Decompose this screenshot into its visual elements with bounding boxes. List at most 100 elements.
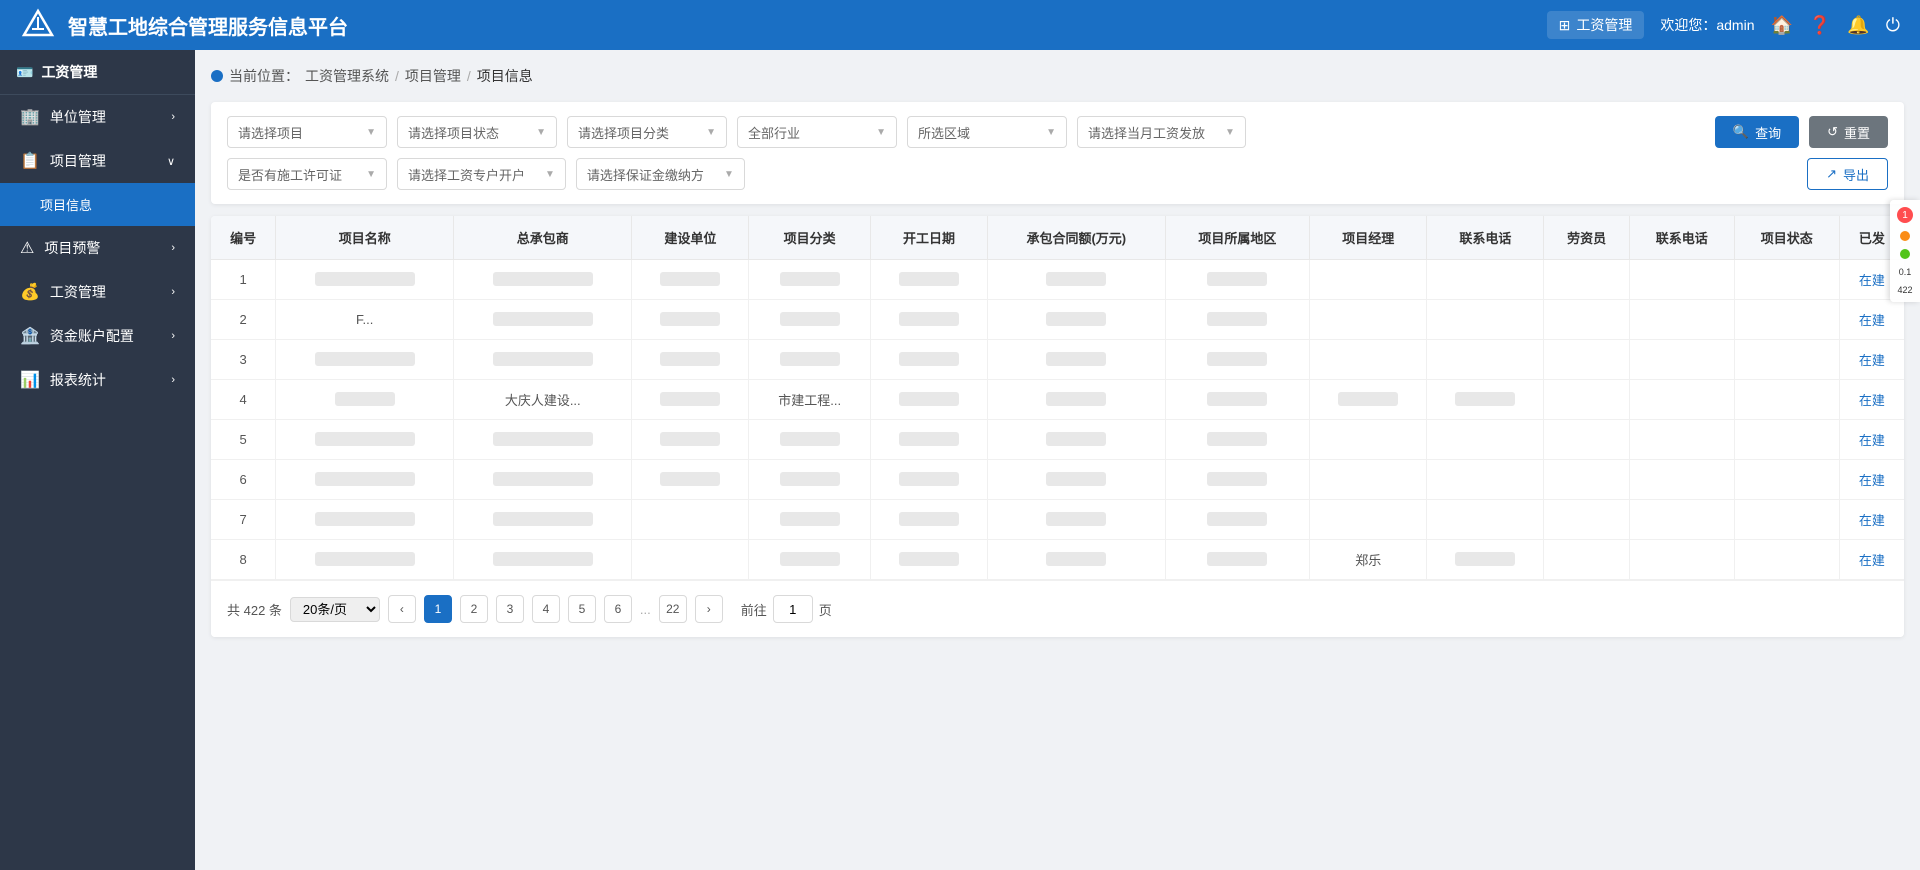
cell-start-date (870, 380, 987, 420)
cell-manager: 郑乐 (1310, 540, 1427, 580)
table-row: 8 郑乐 在建 (211, 540, 1904, 580)
cell-manager (1310, 500, 1427, 540)
chevron-down-wage-date: ▼ (1225, 127, 1235, 138)
goto-input[interactable] (773, 595, 813, 623)
module-switcher[interactable]: ⊞ 工资管理 (1547, 11, 1645, 39)
sidebar-item-report-stats[interactable]: 📊 报表统计 › (0, 358, 195, 402)
logo-icon (20, 7, 56, 43)
reset-button[interactable]: ↺ 重置 (1809, 116, 1888, 148)
cell-contractor (454, 460, 632, 500)
sidebar-item-project-mgmt[interactable]: 📋 项目管理 ∨ (0, 139, 195, 183)
guarantee-payment-select[interactable]: 请选择保证金缴纳方 ▼ (576, 158, 745, 190)
cell-labor-phone (1629, 540, 1734, 580)
cell-labor-officer (1544, 540, 1629, 580)
wage-date-select[interactable]: 请选择当月工资发放 ▼ (1077, 116, 1246, 148)
right-panel-green (1890, 246, 1920, 262)
cell-manager (1310, 460, 1427, 500)
sidebar-label-project-info: 项目信息 (40, 195, 92, 214)
cell-status: 在建 (1839, 500, 1904, 540)
sidebar-item-project-info[interactable]: 项目信息 (0, 183, 195, 226)
chevron-down-category: ▼ (706, 127, 716, 138)
goto-prefix: 前往 (741, 600, 767, 619)
cell-owner (632, 300, 749, 340)
cell-labor-phone (1629, 340, 1734, 380)
bell-icon[interactable]: 🔔 (1847, 15, 1869, 36)
chevron-down-icon: ∨ (167, 155, 175, 168)
sidebar-item-project-warning[interactable]: ⚠ 项目预警 › (0, 226, 195, 270)
col-category: 项目分类 (749, 216, 870, 260)
home-icon[interactable]: 🏠 (1770, 15, 1792, 36)
wage-icon: 💰 (20, 282, 40, 302)
page-btn-2[interactable]: 2 (460, 595, 488, 623)
sidebar-item-unit-mgmt[interactable]: 🏢 单位管理 › (0, 95, 195, 139)
export-button[interactable]: ↗ 导出 (1807, 158, 1888, 190)
cell-labor-officer (1544, 300, 1629, 340)
project-select[interactable]: 请选择项目 ▼ (227, 116, 387, 148)
construction-permit-select[interactable]: 是否有施工许可证 ▼ (227, 158, 387, 190)
power-icon[interactable]: ⏻ (1886, 15, 1900, 36)
cell-name (276, 380, 454, 420)
cell-region (1165, 380, 1310, 420)
cell-start-date (870, 460, 987, 500)
sidebar-item-wage-mgmt[interactable]: 💰 工资管理 › (0, 270, 195, 314)
help-icon[interactable]: ❓ (1809, 15, 1831, 36)
sidebar-label-wage-mgmt: 工资管理 (50, 282, 106, 302)
cell-owner (632, 540, 749, 580)
header: 智慧工地综合管理服务信息平台 ⊞ 工资管理 欢迎您：admin 🏠 ❓ 🔔 ⏻ (0, 0, 1920, 50)
project-category-select[interactable]: 请选择项目分类 ▼ (567, 116, 727, 148)
guarantee-payment-label: 请选择保证金缴纳方 (587, 165, 704, 184)
col-manager-phone: 联系电话 (1427, 216, 1544, 260)
breadcrumb-item-2: 项目信息 (477, 66, 533, 86)
chevron-right-icon5: › (171, 374, 175, 386)
wage-date-label: 请选择当月工资发放 (1088, 123, 1205, 142)
page-next-btn[interactable]: › (695, 595, 723, 623)
cell-issued (1734, 380, 1839, 420)
project-status-select[interactable]: 请选择项目状态 ▼ (397, 116, 557, 148)
region-select[interactable]: 所选区域 ▼ (907, 116, 1067, 148)
page-btn-4[interactable]: 4 (532, 595, 560, 623)
sidebar-title: 工资管理 (41, 62, 97, 82)
page-prev-btn[interactable]: ‹ (388, 595, 416, 623)
filter-row-1: 请选择项目 ▼ 请选择项目状态 ▼ 请选择项目分类 ▼ 全部行业 ▼ 所选区域 (227, 116, 1888, 148)
cell-manager-phone (1427, 340, 1544, 380)
cell-name (276, 460, 454, 500)
table-wrapper[interactable]: 编号 项目名称 总承包商 建设单位 项目分类 开工日期 承包合同额(万元) 项目… (211, 216, 1904, 580)
cell-owner (632, 500, 749, 540)
col-region: 项目所属地区 (1165, 216, 1310, 260)
chevron-right-icon4: › (171, 330, 175, 342)
cell-category (749, 500, 870, 540)
cell-contractor (454, 420, 632, 460)
page-size-select[interactable]: 20条/页 50条/页 100条/页 (290, 597, 380, 622)
query-button[interactable]: 🔍 查询 (1715, 116, 1799, 148)
cell-contractor (454, 500, 632, 540)
chevron-down-status: ▼ (536, 127, 546, 138)
table-row: 1 在建 (211, 260, 1904, 300)
cell-status: 在建 (1839, 540, 1904, 580)
cell-labor-phone (1629, 380, 1734, 420)
breadcrumb-item-1: 项目管理 (405, 66, 461, 86)
filter-row-2: 是否有施工许可证 ▼ 请选择工资专户开户 ▼ 请选择保证金缴纳方 ▼ ↗ 导出 (227, 158, 1888, 190)
right-panel-badge[interactable]: 1 (1890, 204, 1920, 226)
page-btn-6[interactable]: 6 (604, 595, 632, 623)
page-ellipsis: ... (640, 602, 651, 617)
industry-select[interactable]: 全部行业 ▼ (737, 116, 897, 148)
col-labor-phone: 联系电话 (1629, 216, 1734, 260)
page-btn-5[interactable]: 5 (568, 595, 596, 623)
cell-issued (1734, 340, 1839, 380)
page-btn-1[interactable]: 1 (424, 595, 452, 623)
search-icon: 🔍 (1733, 124, 1749, 140)
cell-contract-amount (988, 500, 1166, 540)
cell-labor-phone (1629, 420, 1734, 460)
cell-id: 2 (211, 300, 276, 340)
chevron-right-icon2: › (171, 242, 175, 254)
col-start-date: 开工日期 (870, 216, 987, 260)
green-dot (1900, 249, 1910, 259)
wage-account-select[interactable]: 请选择工资专户开户 ▼ (397, 158, 566, 190)
sidebar-label-account-config: 资金账户配置 (50, 326, 134, 346)
filter-actions: 🔍 查询 ↺ 重置 (1715, 116, 1888, 148)
page-btn-last[interactable]: 22 (659, 595, 687, 623)
cell-id: 6 (211, 460, 276, 500)
cell-manager-phone (1427, 460, 1544, 500)
page-btn-3[interactable]: 3 (496, 595, 524, 623)
sidebar-item-account-config[interactable]: 🏦 资金账户配置 › (0, 314, 195, 358)
